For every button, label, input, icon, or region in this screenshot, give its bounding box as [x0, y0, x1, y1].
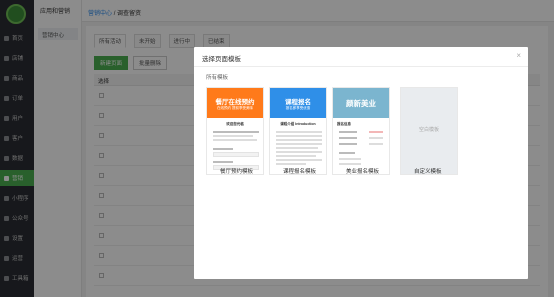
text-line [339, 137, 357, 139]
text-line [339, 163, 361, 165]
text-line [276, 155, 316, 157]
text-line [276, 147, 318, 149]
text-line [213, 131, 259, 133]
text-line [276, 139, 322, 141]
template-banner-title: 课程报名 [285, 99, 311, 106]
template-banner-subtitle: 报名即享受优惠 [285, 106, 311, 110]
text-line [213, 135, 253, 137]
section-label: 所有模板 [206, 75, 229, 81]
template-caption-custom[interactable]: 自定义模板 [414, 167, 442, 175]
text-line [276, 159, 322, 161]
template-caption-beauty[interactable]: 美业报名模板 [346, 167, 379, 175]
template-banner: 颜新美业 [333, 88, 389, 118]
text-line [213, 161, 233, 163]
text-line [276, 151, 322, 153]
template-heading: 欢迎您光临 [226, 122, 244, 126]
template-banner: 餐厅在线预约 在线预约 提前享受美味 [207, 88, 263, 118]
text-line [276, 143, 322, 145]
template-banner: 课程报名 报名即享受优惠 [270, 88, 326, 118]
text-line [339, 143, 357, 145]
template-card-custom[interactable]: 空白模板 [400, 87, 458, 175]
template-modal: 选择页面模板 × 所有模板 餐厅在线预约 在线预约 提前享受美味 欢迎您光临 餐… [194, 47, 528, 279]
template-banner-subtitle: 在线预约 提前享受美味 [217, 106, 253, 110]
blank-template-label: 空白模板 [418, 127, 439, 133]
template-card-restaurant[interactable]: 餐厅在线预约 在线预约 提前享受美味 欢迎您光临 [206, 87, 264, 175]
template-heading: 报名信息 [337, 122, 351, 126]
modal-title: 选择页面模板 [202, 56, 241, 63]
template-caption-restaurant[interactable]: 餐厅预约模板 [220, 167, 253, 175]
template-card-course[interactable]: 课程报名 报名即享受优惠 课程介绍 Introduction [269, 87, 327, 175]
template-card-beauty[interactable]: 颜新美业 报名信息 [332, 87, 390, 175]
text-line [369, 131, 383, 133]
text-line [339, 158, 361, 160]
text-line [369, 137, 383, 139]
text-line [213, 139, 257, 141]
text-line [276, 131, 322, 133]
text-line [276, 135, 322, 137]
close-icon[interactable]: × [516, 51, 521, 60]
modal-header: 选择页面模板 × [194, 47, 528, 67]
text-line [276, 163, 306, 165]
form-field [213, 152, 259, 157]
text-line [339, 152, 355, 154]
text-line [213, 148, 233, 150]
template-banner-title: 颜新美业 [346, 99, 376, 108]
text-line [339, 131, 357, 133]
template-banner-title: 餐厅在线预约 [215, 99, 255, 106]
text-line [369, 143, 383, 145]
template-caption-course[interactable]: 课程报名模板 [283, 167, 316, 175]
template-heading: 课程介绍 Introduction [280, 122, 316, 126]
